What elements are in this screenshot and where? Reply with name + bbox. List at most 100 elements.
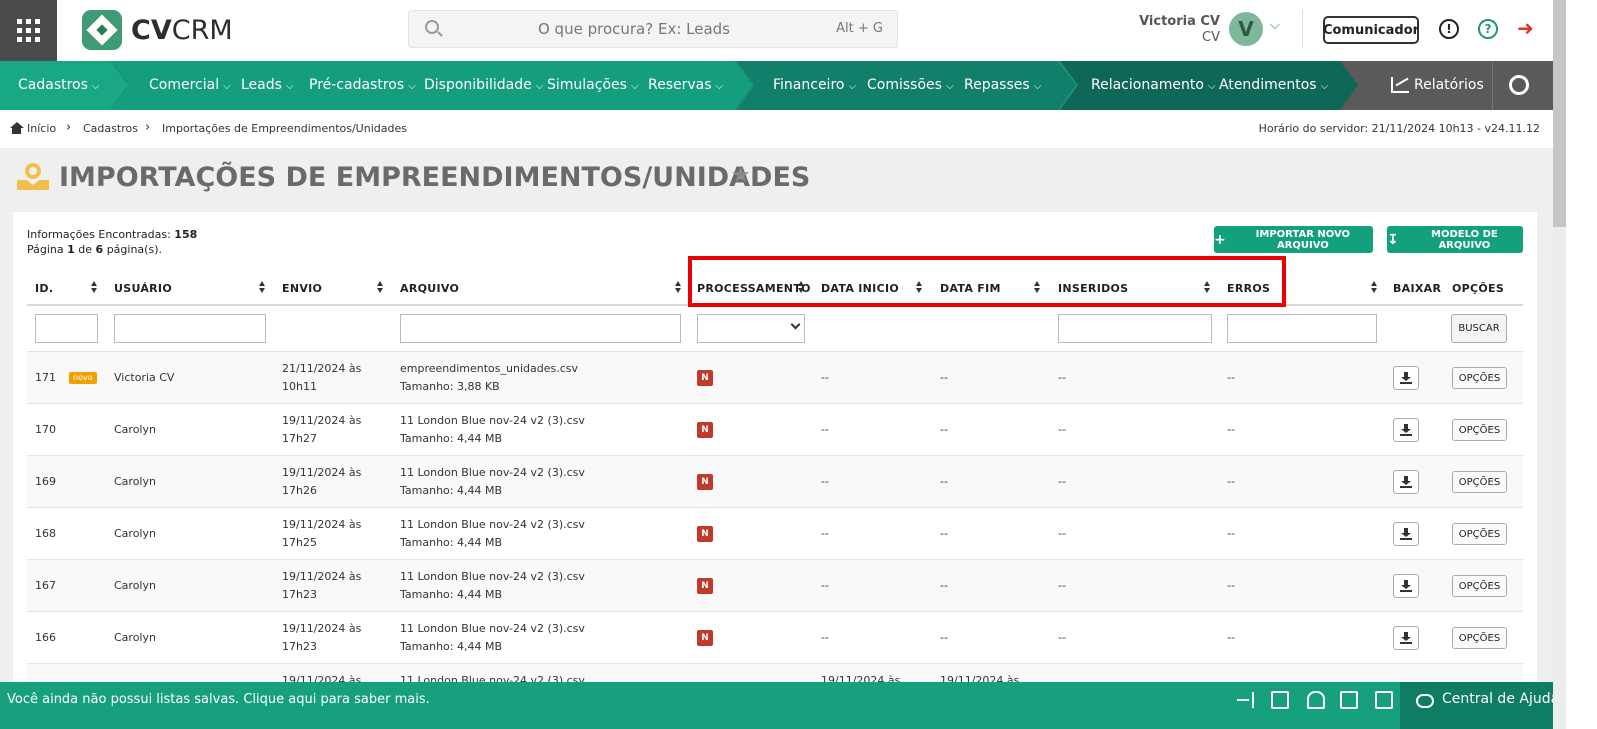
status-badge: N (697, 630, 713, 646)
column-header-arquivo[interactable]: ARQUIVO (400, 282, 459, 295)
filter-id-input[interactable] (35, 314, 98, 343)
breadcrumb-cadastros[interactable]: Cadastros (83, 122, 138, 135)
download-button[interactable] (1393, 418, 1419, 442)
calculator-icon[interactable] (1375, 691, 1393, 709)
search-input[interactable] (449, 11, 819, 47)
import-new-file-button[interactable]: + IMPORTAR NOVO ARQUIVO (1214, 226, 1373, 253)
help-center-button[interactable]: Central de Ajuda (1400, 682, 1566, 729)
nav-item-atendimentos[interactable]: Atendimentos ⌵ (1219, 77, 1328, 93)
row-inserted: -- (1058, 475, 1066, 488)
row-time: 17h26 (282, 484, 317, 497)
options-button[interactable]: OPÇÕES (1452, 523, 1507, 545)
cvcrm-logo[interactable]: CVCRM (82, 10, 233, 50)
avatar[interactable]: V (1229, 12, 1263, 46)
download-button[interactable] (1393, 470, 1419, 494)
logo-text: CVCRM (131, 14, 233, 46)
collapse-icon[interactable] (1237, 691, 1255, 709)
row-id: 166 (35, 631, 56, 644)
info-icon[interactable]: ! (1439, 19, 1459, 39)
chevron-down-icon[interactable]: ⌵ (1270, 18, 1280, 33)
chart-line-icon (1391, 77, 1409, 93)
user-name[interactable]: Victoria CV (1130, 14, 1220, 29)
nav-item-simulacoes[interactable]: Simulações ⌵ (547, 77, 639, 93)
row-date: 19/11/2024 às (282, 674, 362, 682)
filter-arquivo-input[interactable] (400, 314, 681, 343)
download-icon (1400, 434, 1412, 436)
nav-item-relatorios[interactable]: Relatórios (1414, 77, 1484, 93)
calendar-icon[interactable] (1340, 691, 1358, 709)
nav-item-comissoes[interactable]: Comissões ⌵ (867, 77, 954, 93)
download-button[interactable] (1393, 626, 1419, 650)
sort-icon[interactable] (675, 281, 682, 293)
filter-erros-input[interactable] (1227, 314, 1377, 343)
file-model-button[interactable]: ↧ MODELO DE ARQUIVO (1387, 226, 1523, 253)
nav-item-relacionamento[interactable]: Relacionamento ⌵ (1091, 77, 1216, 93)
options-button[interactable]: OPÇÕES (1452, 627, 1507, 649)
row-time: 17h23 (282, 588, 317, 601)
plus-icon: + (1214, 231, 1226, 248)
options-button[interactable]: OPÇÕES (1452, 575, 1507, 597)
mail-star-icon[interactable] (1271, 691, 1289, 709)
download-button[interactable] (1393, 522, 1419, 546)
row-user: Victoria CV (114, 371, 175, 384)
filter-usuario-input[interactable] (114, 314, 266, 343)
gear-icon[interactable] (1509, 75, 1529, 95)
row-errors: -- (1227, 475, 1235, 488)
download-button[interactable] (1393, 366, 1419, 390)
row-file: 11 London Blue nov-24 v2 (3).csv (400, 518, 585, 531)
sort-icon[interactable] (91, 281, 98, 293)
main-nav: Cadastros ⌵ Comercial ⌵ Leads ⌵ Pré-cadastr… (0, 61, 1566, 110)
home-icon[interactable] (10, 122, 24, 134)
row-start: -- (821, 631, 829, 644)
star-icon[interactable]: ★ (731, 163, 751, 188)
help-icon[interactable]: ? (1478, 19, 1498, 39)
nav-item-pre-cadastros[interactable]: Pré-cadastros ⌵ (309, 77, 416, 93)
chevron-down-icon (790, 319, 801, 330)
filter-processamento-select[interactable] (697, 314, 805, 343)
row-size: Tamanho: 4,44 MB (400, 588, 502, 601)
highlight-box (688, 256, 1286, 307)
nav-item-repasses[interactable]: Repasses ⌵ (964, 77, 1041, 93)
breadcrumb-home[interactable]: Início (27, 122, 56, 135)
cvcrm-logo-icon (82, 10, 122, 50)
table-row: 166 Carolyn 19/11/2024 às 17h23 11 Londo… (27, 612, 1523, 664)
nav-item-cadastros[interactable]: Cadastros ⌵ (18, 77, 100, 93)
row-end: -- (940, 579, 948, 592)
saved-lists-message[interactable]: Você ainda não possui listas salvas. Cli… (7, 692, 430, 707)
nav-item-reservas[interactable]: Reservas ⌵ (648, 77, 723, 93)
download-icon (1400, 642, 1412, 644)
sort-icon[interactable] (1371, 281, 1378, 293)
column-header-envio[interactable]: ENVIO (282, 282, 322, 295)
page-edge (1566, 0, 1597, 729)
row-size: Tamanho: 3,88 KB (400, 380, 500, 393)
row-errors: -- (1227, 631, 1235, 644)
filter-inseridos-input[interactable] (1058, 314, 1212, 343)
communicator-button[interactable]: Comunicador (1323, 16, 1419, 44)
nav-item-disponibilidade[interactable]: Disponibilidade ⌵ (424, 77, 543, 93)
nav-item-comercial[interactable]: Comercial ⌵ (149, 77, 231, 93)
search-button[interactable]: BUSCAR (1451, 314, 1507, 343)
sort-icon[interactable] (377, 281, 384, 293)
column-header-usuario[interactable]: USUÁRIO (114, 282, 172, 295)
nav-item-financeiro[interactable]: Financeiro ⌵ (773, 77, 856, 93)
column-header-id[interactable]: ID. (35, 282, 53, 295)
sort-icon[interactable] (259, 281, 266, 293)
nav-item-leads[interactable]: Leads ⌵ (241, 77, 294, 93)
top-header: CVCRM Alt + G Victoria CV CV V ⌵ Comunic… (0, 0, 1566, 61)
row-user: Carolyn (114, 475, 156, 488)
scrollbar-thumb[interactable] (1553, 0, 1566, 227)
options-button[interactable]: OPÇÕES (1452, 367, 1507, 389)
download-icon: ↧ (1387, 231, 1399, 248)
logout-icon[interactable]: ➜ (1517, 16, 1539, 40)
row-id: 167 (35, 579, 56, 592)
bell-icon[interactable] (1307, 691, 1325, 709)
row-start: -- (821, 475, 829, 488)
options-button[interactable]: OPÇÕES (1452, 419, 1507, 441)
global-search[interactable]: Alt + G (408, 10, 898, 48)
row-time: 10h11 (282, 380, 317, 393)
row-file: 11 London Blue nov-24 v2 (3).csv (400, 466, 585, 479)
row-start: -- (821, 527, 829, 540)
apps-menu-button[interactable] (0, 0, 57, 61)
download-button[interactable] (1393, 574, 1419, 598)
options-button[interactable]: OPÇÕES (1452, 471, 1507, 493)
